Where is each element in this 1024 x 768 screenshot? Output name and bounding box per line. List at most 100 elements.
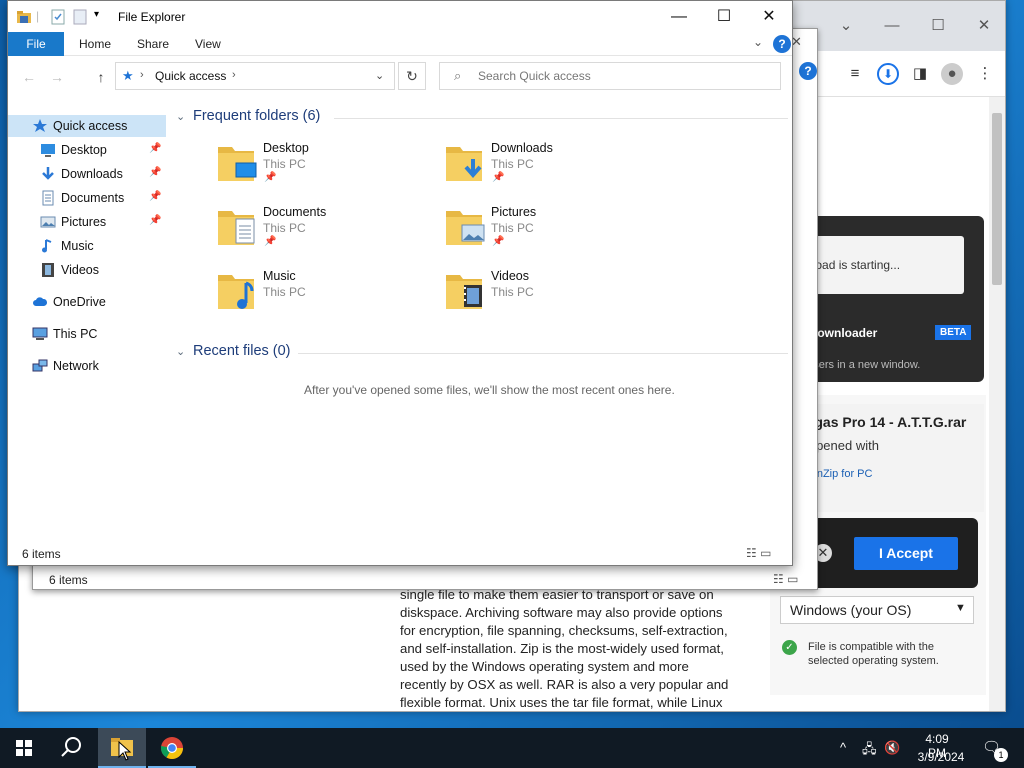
sidebar-item-this-pc[interactable]: This PC bbox=[8, 323, 166, 345]
download-indicator-icon[interactable]: ⬇ bbox=[877, 63, 899, 85]
compatibility-message: File is compatible with the selected ope… bbox=[808, 641, 939, 667]
sidebar-item-videos[interactable]: Videos bbox=[8, 259, 166, 281]
chevron-up-icon[interactable]: ^ bbox=[840, 740, 846, 755]
chrome-maximize-button[interactable]: ☐ bbox=[923, 13, 953, 39]
frequent-folders-header[interactable]: ⌄ Frequent folders (6) bbox=[176, 108, 788, 128]
notification-count-badge: 1 bbox=[994, 748, 1008, 762]
recent-files-header[interactable]: ⌄ Recent files (0) bbox=[176, 343, 788, 363]
maximize-button[interactable]: ☐ bbox=[701, 1, 747, 32]
folder-tile-downloads[interactable]: Downloads This PC 📌 bbox=[444, 141, 664, 197]
consent-banner: ✕ I Accept bbox=[802, 518, 978, 588]
sidebar-item-music[interactable]: Music bbox=[8, 235, 166, 257]
page-scrollbar[interactable] bbox=[989, 97, 1005, 711]
sidebar-item-downloads[interactable]: Downloads 📌 bbox=[8, 163, 166, 185]
window-title: File Explorer bbox=[118, 10, 186, 24]
pin-icon: 📌 bbox=[492, 236, 505, 247]
chrome-menu-icon[interactable]: ⋮ bbox=[974, 63, 996, 85]
sidebar-item-documents[interactable]: Documents 📌 bbox=[8, 187, 166, 209]
sidebar-item-network[interactable]: Network bbox=[8, 355, 166, 377]
forward-arrow-icon[interactable]: → bbox=[47, 68, 67, 86]
back-arrow-icon[interactable]: ← bbox=[19, 68, 39, 86]
search-icon bbox=[61, 737, 81, 757]
file-name: Vegas Pro 14 - A.T.T.G.rar bbox=[798, 414, 967, 430]
refresh-button[interactable]: ↻ bbox=[398, 62, 426, 90]
cloud-icon bbox=[32, 294, 48, 310]
new-folder-icon[interactable] bbox=[72, 9, 88, 25]
sidebar-item-label: Documents bbox=[61, 191, 125, 205]
article-line: recently by OSX as well. RAR is also a v… bbox=[400, 677, 729, 692]
os-select[interactable]: Windows (your OS) ▼ bbox=[780, 596, 974, 624]
breadcrumb-quick-access[interactable]: Quick access bbox=[155, 69, 226, 83]
chevron-down-icon[interactable]: ⌄ bbox=[375, 69, 384, 82]
folder-tile-music[interactable]: Music This PC bbox=[216, 269, 436, 325]
view-toggle-icons[interactable]: ☷ ▭ bbox=[746, 546, 771, 560]
file-explorer-window: | ▾ File Explorer — ☐ ✕ File Home Share … bbox=[7, 0, 793, 566]
tab-view[interactable]: View bbox=[195, 32, 221, 56]
folder-location: This PC bbox=[491, 221, 534, 235]
chevron-down-icon: ⌄ bbox=[176, 111, 186, 123]
windows-logo-icon bbox=[16, 740, 32, 756]
chrome-tabsearch-icon[interactable]: ⌄ bbox=[831, 13, 861, 39]
sidebar-item-quick-access[interactable]: Quick access bbox=[8, 115, 166, 137]
tab-share[interactable]: Share bbox=[137, 32, 169, 56]
properties-icon[interactable] bbox=[50, 9, 66, 25]
folder-location: This PC bbox=[263, 221, 306, 235]
folder-location: This PC bbox=[491, 285, 534, 299]
help-icon[interactable]: ? bbox=[799, 62, 817, 80]
sidebar-item-onedrive[interactable]: OneDrive bbox=[8, 291, 166, 313]
pictures-icon bbox=[40, 214, 56, 230]
folder-tile-desktop[interactable]: Desktop This PC 📌 bbox=[216, 141, 436, 197]
address-bar[interactable]: ★ › Quick access › ⌄ bbox=[115, 62, 395, 90]
downloads-folder-icon bbox=[444, 141, 486, 185]
search-box: ⌕ bbox=[439, 62, 781, 90]
documents-folder-icon bbox=[216, 205, 258, 249]
expand-ribbon-icon[interactable]: ⌄ bbox=[753, 35, 763, 49]
media-control-icon[interactable]: ≡ bbox=[844, 63, 866, 85]
search-input[interactable] bbox=[478, 64, 768, 88]
network-icon[interactable]: 🖧 bbox=[862, 740, 877, 762]
profile-avatar-icon[interactable]: ● bbox=[941, 63, 963, 85]
chrome-minimize-button[interactable]: — bbox=[877, 13, 907, 39]
sidebar-item-pictures[interactable]: Pictures 📌 bbox=[8, 211, 166, 233]
navigation-bar: ← → ↑ ★ › Quick access › ⌄ ↻ ⌕ bbox=[8, 56, 792, 96]
videos-folder-icon bbox=[444, 269, 486, 313]
documents-icon bbox=[40, 190, 56, 206]
sidebar-item-desktop[interactable]: Desktop 📌 bbox=[8, 139, 166, 161]
taskbar-chrome[interactable] bbox=[148, 728, 196, 768]
folder-tile-videos[interactable]: Videos This PC bbox=[444, 269, 664, 325]
speaker-muted-icon[interactable]: 🔇 bbox=[884, 740, 900, 756]
folder-name: Downloads bbox=[491, 141, 553, 155]
chrome-close-button[interactable]: ✕ bbox=[969, 13, 999, 39]
folder-location: This PC bbox=[491, 157, 534, 171]
minimize-button[interactable]: — bbox=[656, 1, 702, 32]
star-icon: ★ bbox=[122, 68, 134, 83]
breadcrumb-chevron-icon[interactable]: › bbox=[140, 69, 144, 81]
pin-icon: 📌 bbox=[492, 172, 505, 183]
start-button[interactable] bbox=[0, 728, 48, 768]
scrollbar-thumb[interactable] bbox=[992, 113, 1002, 285]
accept-button[interactable]: I Accept bbox=[854, 537, 958, 570]
tab-file[interactable]: File bbox=[8, 32, 64, 56]
folder-name: Videos bbox=[491, 269, 529, 283]
pin-icon: 📌 bbox=[149, 215, 162, 226]
customize-toolbar-icon[interactable]: ▾ bbox=[94, 9, 99, 20]
tab-home[interactable]: Home bbox=[79, 32, 111, 56]
help-icon[interactable]: ? bbox=[773, 35, 791, 53]
up-arrow-icon[interactable]: ↑ bbox=[91, 68, 111, 86]
star-icon bbox=[32, 118, 48, 134]
search-button[interactable] bbox=[48, 728, 96, 768]
music-icon bbox=[40, 238, 56, 254]
chevron-down-icon: ⌄ bbox=[176, 346, 186, 358]
view-toggle-icons[interactable]: ☷ ▭ bbox=[773, 572, 798, 586]
breadcrumb-chevron-icon[interactable]: › bbox=[232, 69, 236, 81]
folder-location: This PC bbox=[263, 157, 306, 171]
side-panel-icon[interactable]: ◨ bbox=[909, 63, 931, 85]
content-pane: ⌄ Frequent folders (6) Desktop This PC 📌 Do… bbox=[172, 97, 792, 537]
videos-icon bbox=[40, 262, 56, 278]
status-item-count: 6 items bbox=[22, 547, 61, 561]
close-button[interactable]: ✕ bbox=[746, 1, 792, 32]
folder-tile-pictures[interactable]: Pictures This PC 📌 bbox=[444, 205, 664, 261]
clock-date[interactable]: 3/9/2024 bbox=[915, 750, 967, 764]
sidebar-item-label: Downloads bbox=[61, 167, 123, 181]
folder-tile-documents[interactable]: Documents This PC 📌 bbox=[216, 205, 436, 261]
